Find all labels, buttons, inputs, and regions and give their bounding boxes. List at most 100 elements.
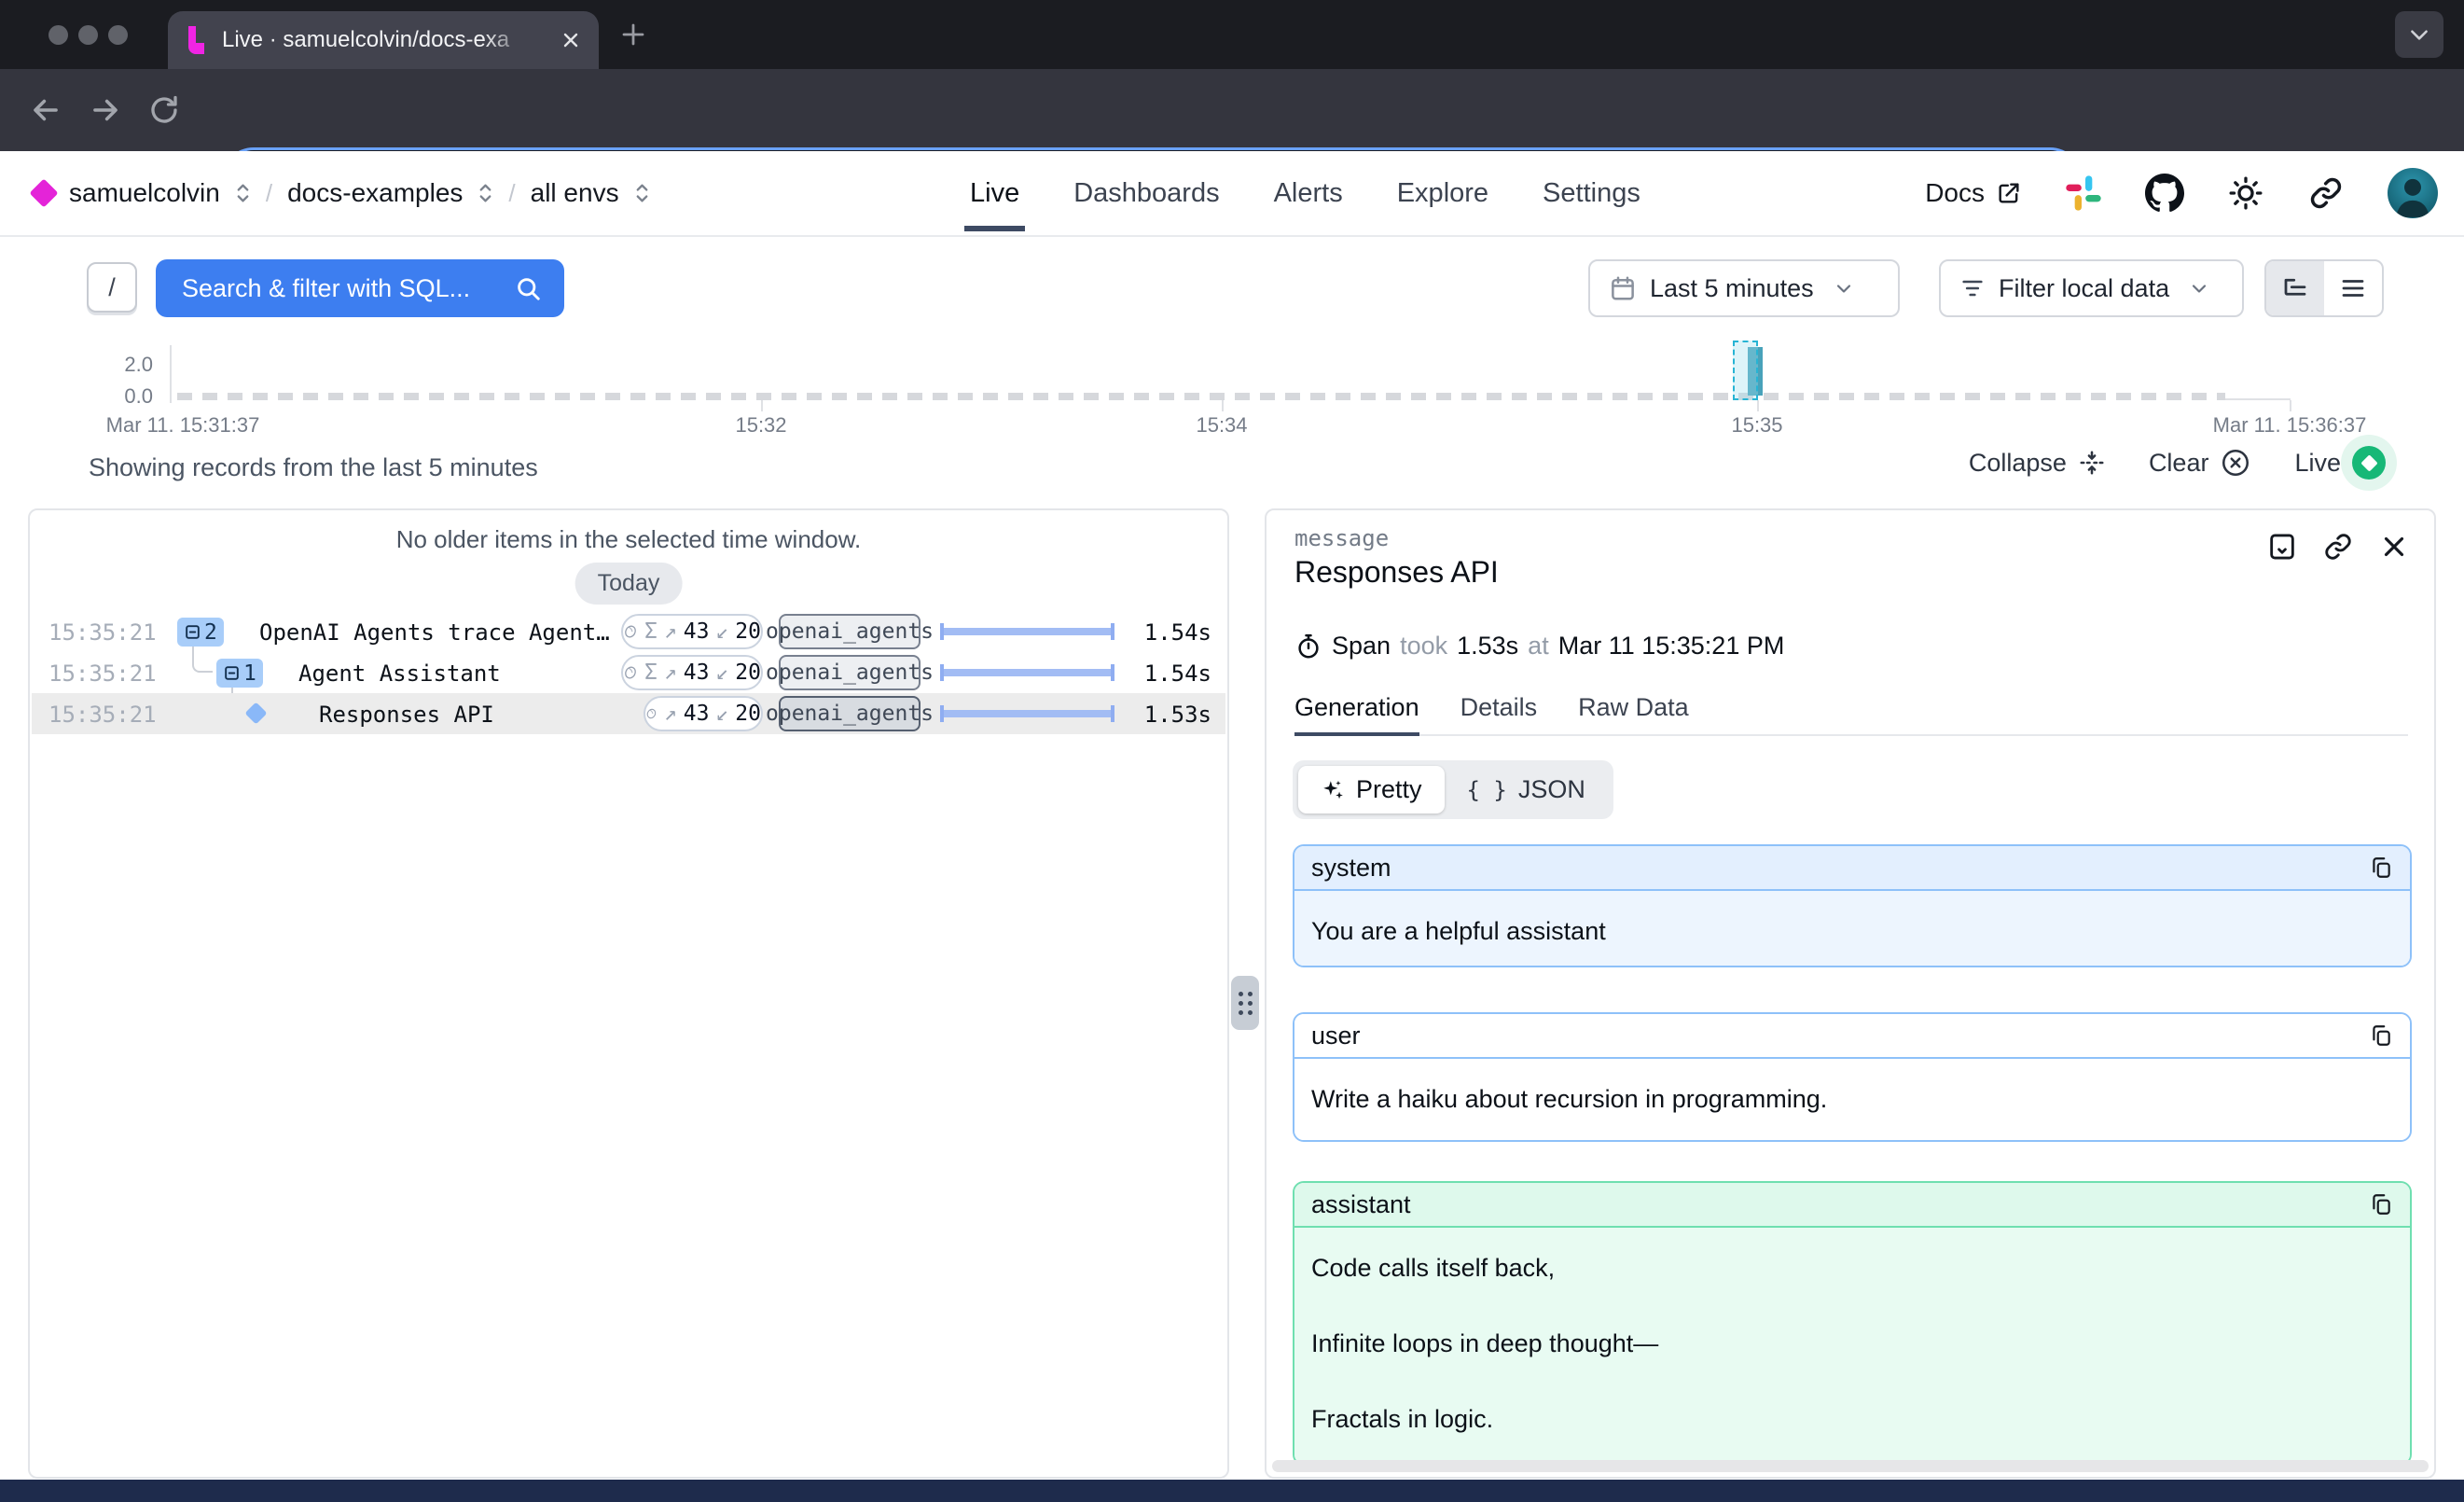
user-avatar[interactable] [2388,168,2438,218]
tab-details[interactable]: Details [1460,693,1538,734]
search-placeholder: Search & filter with SQL... [182,274,497,303]
duration-bar [940,705,1114,722]
pretty-toggle[interactable]: Pretty [1298,766,1445,814]
header-actions: Docs [1925,151,2438,235]
tab-settings[interactable]: Settings [1543,178,1640,209]
tab-live[interactable]: Live [970,178,1019,209]
haiku-line: Infinite loops in deep thought— [1311,1329,2393,1358]
y-tick-label: 0.0 [110,384,153,409]
circle-x-icon [2220,447,2251,479]
scope-tag[interactable]: openai_agents [779,696,921,731]
span-title: Responses API [1294,555,1499,590]
horizontal-scrollbar[interactable] [1272,1460,2429,1472]
copy-icon[interactable] [2369,855,2393,880]
x-tick-label: Mar 11. 15:36:37 [2213,413,2367,438]
role-label: user [1311,1022,1361,1050]
trace-row-agent-assistant[interactable]: 15:35:21 1 Agent Assistant Σ ↗43 ↙20 ope… [32,652,1225,693]
tab-dashboards[interactable]: Dashboards [1073,178,1219,209]
tokens-out-arrow-icon: ↙ [715,619,728,644]
tab-explore[interactable]: Explore [1397,178,1488,209]
collapse-span-badge[interactable]: 2 [177,618,224,647]
project-selector-chevron-icon[interactable] [478,181,493,205]
forward-icon[interactable] [88,92,123,128]
copy-icon[interactable] [2369,1192,2393,1217]
github-icon[interactable] [2145,174,2184,213]
search-filter-button[interactable]: Search & filter with SQL... [156,259,564,317]
tokens-in: 43 [684,661,710,685]
traffic-light-minimize[interactable] [78,25,98,45]
tokens-in: 43 [684,702,710,726]
live-toggle[interactable]: Live [2294,446,2386,480]
tab-generation[interactable]: Generation [1294,693,1419,736]
x-tick [761,400,763,411]
span-kind-label: message [1294,525,1389,551]
tab-overview-chevron-icon[interactable] [2395,11,2443,58]
trace-row-openai-agents-trace[interactable]: 15:35:21 2 OpenAI Agents trace Agent… Σ … [32,611,1225,652]
role-label: assistant [1311,1190,1411,1219]
haiku-line: Fractals in logic. [1311,1405,2393,1434]
tab-close-icon[interactable] [560,29,582,51]
reload-icon[interactable] [147,93,181,127]
tab-title: Live · samuelcolvin/docs-exa [222,27,530,53]
org-selector-chevron-icon[interactable] [235,181,251,205]
trace-row-responses-api-selected[interactable]: 15:35:21 Responses API ↗43 ↙20 openai_ag… [32,693,1225,734]
tokens-out: 20 [735,702,761,726]
env-selector-chevron-icon[interactable] [634,181,650,205]
time-range-dropdown[interactable]: Last 5 minutes [1588,259,1900,317]
breadcrumb-separator: / [266,179,272,208]
trace-list-panel: No older items in the selected time wind… [28,508,1229,1479]
clear-button[interactable]: Clear [2149,447,2252,479]
traffic-light-close[interactable] [48,25,68,45]
list-view-toggle[interactable] [2324,261,2382,315]
slash-shortcut-key[interactable]: / [87,262,137,313]
traffic-light-zoom[interactable] [108,25,128,45]
panel-resize-handle[interactable] [1231,976,1259,1030]
duration-value: 1.53s [1144,702,1211,728]
message-content: Code calls itself back, Infinite loops i… [1294,1228,2410,1464]
status-actions: Collapse Clear Live [1969,446,2386,480]
tokens-out: 20 [735,661,761,685]
tab-raw-data[interactable]: Raw Data [1578,693,1689,734]
took-word: took [1400,632,1447,661]
filter-local-data-dropdown[interactable]: Filter local data [1939,259,2244,317]
share-link-icon[interactable] [2307,174,2345,212]
tokens-in: 43 [684,619,710,644]
scope-tag[interactable]: openai_agents [779,655,921,690]
collapse-button[interactable]: Collapse [1969,449,2106,478]
view-mode-toggle [2264,259,2384,317]
copy-icon[interactable] [2369,1023,2393,1048]
breadcrumb-project[interactable]: docs-examples [287,178,463,208]
span-word: Span [1332,632,1391,661]
slack-icon[interactable] [2065,174,2102,212]
tree-view-toggle[interactable] [2266,261,2324,315]
tab-alerts[interactable]: Alerts [1274,178,1343,209]
close-panel-icon[interactable] [2378,531,2410,563]
pretty-label: Pretty [1356,775,1422,804]
breadcrumb: samuelcolvin / docs-examples / all envs [34,151,650,235]
browser-window: Live · samuelcolvin/docs-exa logfire.pyd… [0,0,2464,1502]
docs-link[interactable]: Docs [1925,178,2022,208]
message-card-user: user Write a haiku about recursion in pr… [1293,1012,2412,1142]
logfire-favicon-icon [185,26,209,54]
collapse-label: Collapse [1969,449,2067,478]
tokens-out-arrow-icon: ↙ [715,661,728,685]
json-toggle[interactable]: { } JSON [1445,766,1608,814]
x-tick-label: 15:34 [1196,413,1247,438]
token-usage-pill: Σ ↗43 ↙20 [621,655,763,690]
x-tick [1222,400,1224,411]
filter-icon [1959,275,1986,301]
breadcrumb-org[interactable]: samuelcolvin [69,178,220,208]
dock-panel-icon[interactable] [2266,531,2298,563]
back-icon[interactable] [28,92,63,128]
chevron-down-icon [2188,277,2210,299]
today-chip[interactable]: Today [575,563,683,605]
breadcrumb-env[interactable]: all envs [531,178,619,208]
scope-tag[interactable]: openai_agents [779,614,921,649]
collapse-span-badge[interactable]: 1 [216,659,263,688]
new-tab-icon[interactable] [619,21,647,49]
calendar-icon [1609,274,1637,302]
live-label: Live [2294,449,2341,478]
browser-tab[interactable]: Live · samuelcolvin/docs-exa [168,11,599,69]
copy-link-icon[interactable] [2322,531,2354,563]
theme-toggle-sun-icon[interactable] [2227,174,2264,212]
